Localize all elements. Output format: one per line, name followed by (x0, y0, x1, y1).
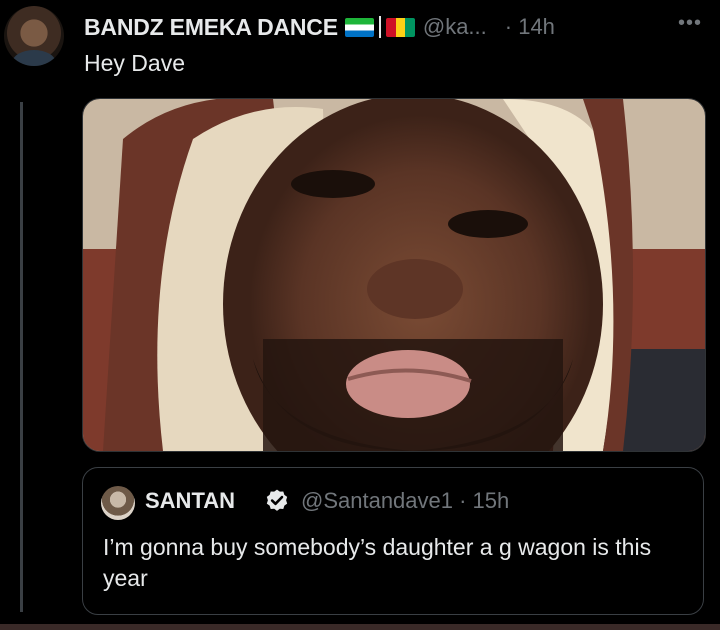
tweet-header: BANDZ EMEKA DANCE @ka... · 14h ••• (84, 12, 710, 42)
thread-line (20, 102, 23, 612)
tweet-photo[interactable] (82, 98, 706, 452)
bottom-divider (0, 624, 720, 630)
quoted-tweet[interactable]: SANTAN @Santandave1 · 15h I’m gonna buy … (82, 467, 704, 615)
sierra-leone-flag-icon (344, 17, 374, 37)
quote-author-handle[interactable]: @Santandave1 · 15h (301, 488, 509, 514)
tweet-timestamp[interactable]: · 14h (505, 14, 555, 40)
flag-separator (378, 16, 381, 38)
guinea-flag-icon (385, 17, 415, 37)
verified-badge-icon (266, 489, 288, 511)
selfie-image (83, 99, 705, 451)
author-avatar[interactable] (4, 6, 64, 66)
quote-text: I’m gonna buy somebody’s daughter a g wa… (103, 534, 652, 591)
avatar-shirt (12, 50, 56, 66)
quote-author-avatar[interactable] (101, 486, 135, 520)
quote-author-name[interactable]: SANTAN (145, 488, 235, 514)
tweet-text: Hey Dave (84, 50, 185, 76)
author-handle[interactable]: @ka... (423, 14, 487, 40)
more-options-icon[interactable]: ••• (678, 12, 702, 35)
author-name[interactable]: BANDZ EMEKA DANCE (84, 14, 338, 41)
